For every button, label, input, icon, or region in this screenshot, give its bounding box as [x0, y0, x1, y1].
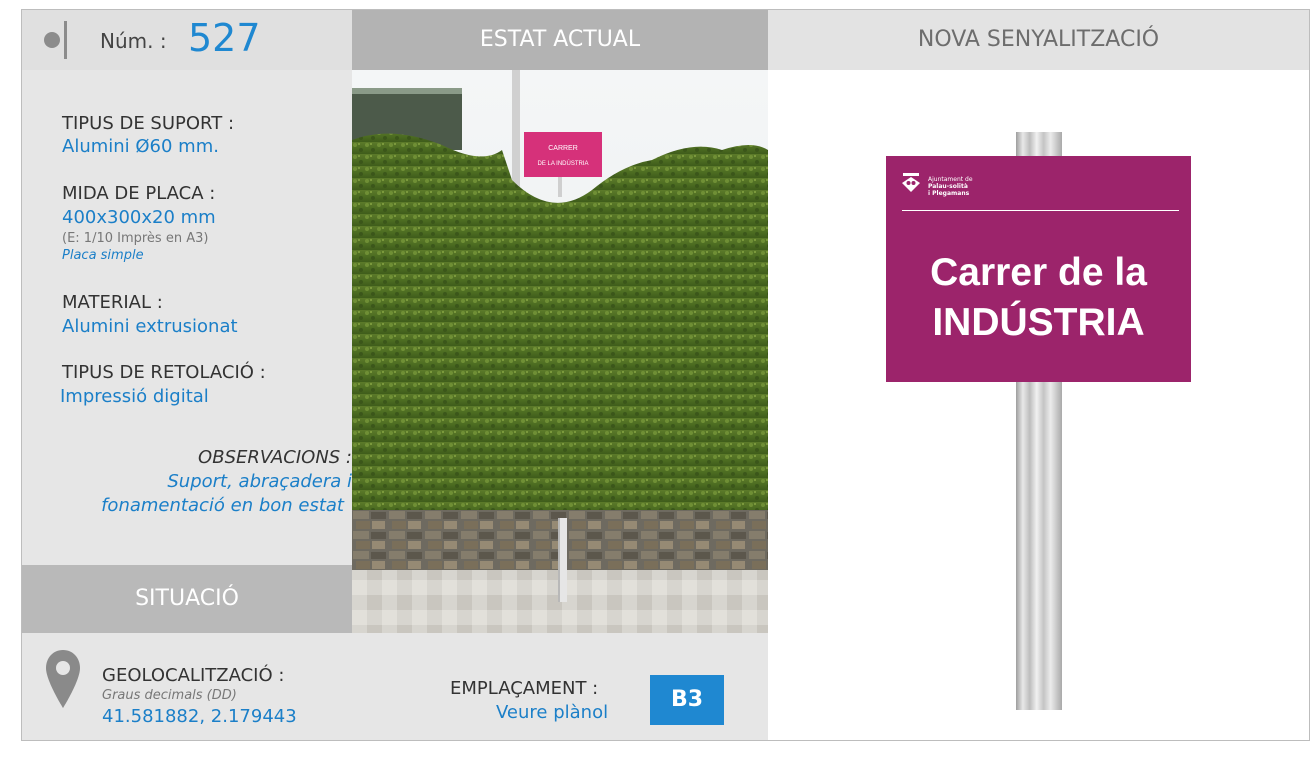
record-marker-bar	[64, 21, 67, 59]
lettering-type-label: TIPUS DE RETOLACIÓ :	[62, 362, 266, 383]
observations-line-2: fonamentació en bon estat	[101, 495, 344, 516]
support-type-value: Alumini Ø60 mm.	[62, 136, 219, 157]
geolocation-format: Graus decimals (DD)	[102, 688, 237, 703]
plate-organization: Ajuntament de Palau-solità i Plegamans	[928, 176, 973, 197]
plate-size-scale: (E: 1/10 Imprès en A3)	[62, 231, 209, 246]
record-marker-icon	[44, 32, 60, 48]
location-pin-icon	[46, 650, 80, 708]
record-sheet: Núm. : 527 TIPUS DE SUPORT : Alumini Ø60…	[21, 9, 1310, 741]
location-label: EMPLAÇAMENT :	[450, 678, 599, 699]
org-line-3: i Plegamans	[928, 190, 970, 197]
geolocation-value: 41.581882, 2.179443	[102, 706, 297, 727]
lettering-type-value: Impressió digital	[60, 386, 209, 407]
geolocation-label: GEOLOCALITZACIÓ :	[102, 665, 285, 686]
plate-title-line-2: INDÚSTRIA	[932, 301, 1145, 344]
location-code-badge: B3	[650, 675, 724, 725]
situation-header: SITUACIÓ	[22, 565, 352, 633]
org-line-2: Palau-solità	[928, 183, 968, 190]
observations-label: OBSERVACIONS :	[198, 447, 352, 468]
new-street-sign: Ajuntament de Palau-solità i Plegamans C…	[886, 156, 1191, 382]
sign-specs: TIPUS DE SUPORT : Alumini Ø60 mm. MIDA D…	[22, 70, 352, 565]
photo-sign-line-2: DE LA INDÚSTRIA	[537, 160, 588, 167]
plate-size-value: 400x300x20 mm	[62, 207, 216, 228]
material-value: Alumini extrusionat	[62, 316, 238, 337]
plate-street-name: Carrer de la INDÚSTRIA	[886, 248, 1191, 348]
number-value: 527	[188, 16, 261, 60]
record-number-header: Núm. : 527	[22, 10, 352, 70]
material-label: MATERIAL :	[62, 292, 163, 313]
plate-title-line-1: Carrer de la	[930, 251, 1147, 294]
plate-type: Placa simple	[62, 248, 144, 263]
observations-line-1: Suport, abraçadera i	[167, 471, 352, 492]
plate-divider	[902, 210, 1179, 211]
photo-sign-line-1: CARRER	[548, 145, 578, 152]
support-type-label: TIPUS DE SUPORT :	[62, 113, 235, 134]
municipal-shield-icon	[902, 173, 920, 192]
number-label: Núm. :	[100, 29, 167, 53]
location-map-link[interactable]: Veure plànol	[496, 702, 608, 723]
new-signage-header: NOVA SENYALITZACIÓ	[768, 10, 1309, 70]
current-state-photo: CARRER DE LA INDÚSTRIA	[352, 70, 768, 633]
plate-size-label: MIDA DE PLACA :	[62, 183, 216, 204]
current-state-header: ESTAT ACTUAL	[352, 10, 768, 70]
org-line-1: Ajuntament de	[928, 176, 973, 183]
